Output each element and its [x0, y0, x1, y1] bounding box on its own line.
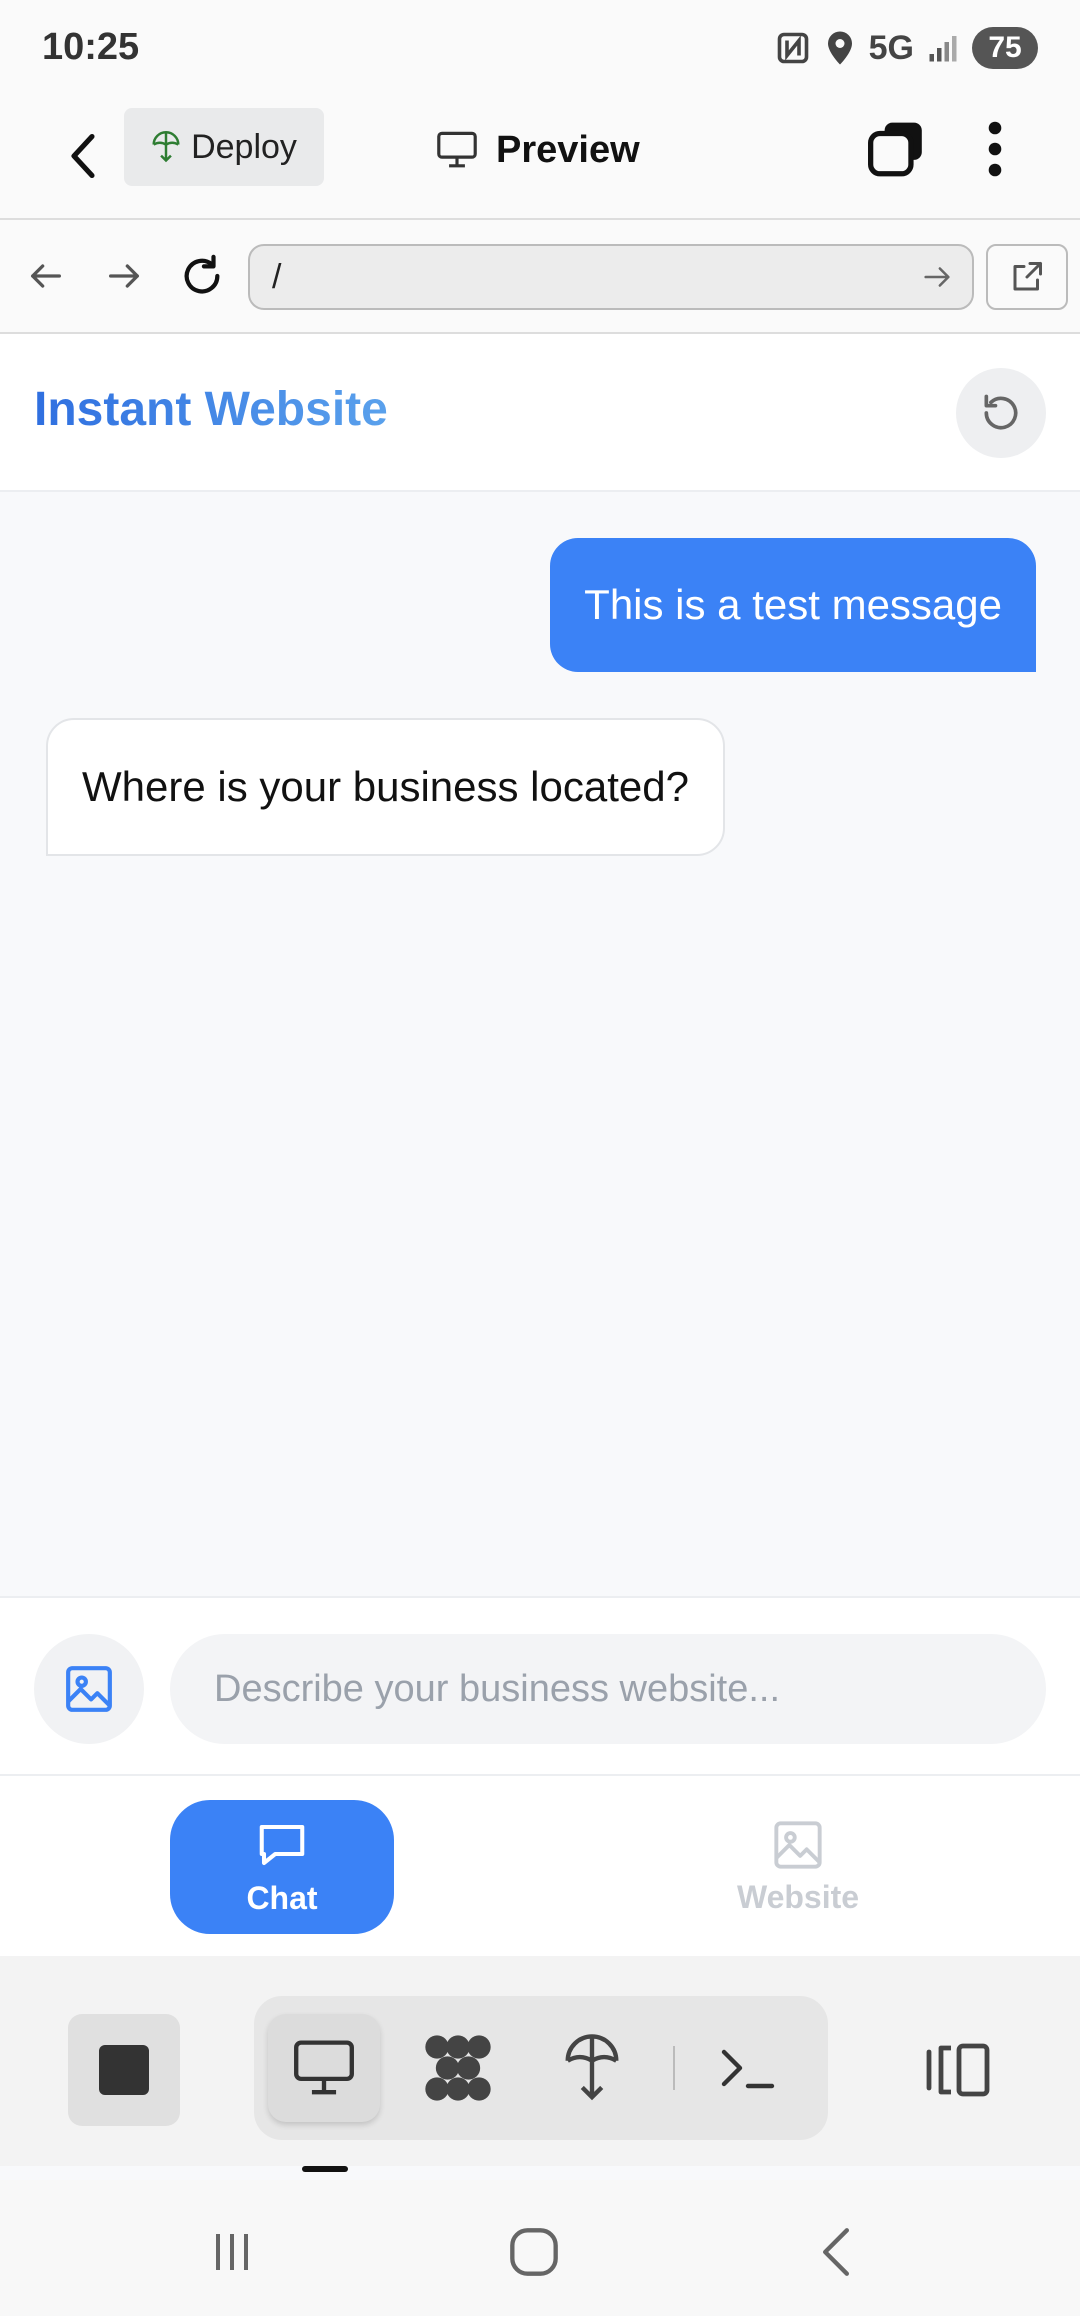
- deploy-icon: [152, 131, 180, 163]
- nav-forward-button[interactable]: [98, 250, 150, 302]
- tab-chat[interactable]: Chat: [170, 1800, 394, 1934]
- open-external-button[interactable]: [986, 244, 1068, 310]
- status-time: 10:25: [42, 26, 140, 68]
- recents-icon: [216, 2234, 248, 2270]
- chat-area: This is a test message Where is your bus…: [0, 492, 1080, 1596]
- message-input[interactable]: [170, 1634, 1046, 1744]
- preview-label: Preview: [496, 128, 640, 171]
- tool-terminal[interactable]: [692, 2014, 804, 2122]
- home-button[interactable]: [494, 2212, 574, 2292]
- terminal-icon: [721, 2049, 775, 2089]
- system-back-button[interactable]: [796, 2212, 876, 2292]
- attach-image-button[interactable]: [34, 1634, 144, 1744]
- reset-icon: [984, 394, 1018, 430]
- location-icon: [827, 31, 852, 65]
- back-icon: [30, 264, 61, 288]
- tabs-icon: [868, 122, 922, 177]
- tool-group: [254, 1996, 828, 2140]
- deploy-button[interactable]: Deploy: [124, 108, 324, 186]
- split-view-button[interactable]: [914, 2030, 1004, 2110]
- home-icon: [510, 2228, 558, 2276]
- stop-button[interactable]: [68, 2014, 180, 2126]
- tool-separator: [673, 2046, 675, 2090]
- app-header: Instant Website: [0, 334, 1080, 492]
- reset-chat-button[interactable]: [956, 368, 1046, 458]
- chat-icon: [259, 1824, 305, 1865]
- more-button[interactable]: [970, 118, 1020, 180]
- deploy-label: Deploy: [191, 127, 297, 166]
- assistant-message: Where is your business located?: [46, 718, 725, 856]
- nav-back-button[interactable]: [20, 250, 72, 302]
- back-arrow-icon: [71, 133, 95, 179]
- status-icons: 5G 75: [775, 26, 1038, 70]
- url-text: /: [272, 257, 282, 296]
- recents-button[interactable]: [192, 2212, 272, 2292]
- back-button[interactable]: [48, 118, 118, 194]
- system-nav-bar: [0, 2180, 1080, 2316]
- image-icon: [66, 1666, 112, 1712]
- tool-deploy[interactable]: [536, 2014, 648, 2122]
- forward-icon: [109, 264, 139, 288]
- external-link-icon: [1013, 262, 1042, 291]
- bottom-toolbar: [0, 1956, 1080, 2166]
- reload-button[interactable]: [176, 250, 228, 302]
- back-icon: [823, 2228, 849, 2276]
- network-type: 5G: [868, 28, 914, 67]
- tab-website[interactable]: Website: [686, 1800, 910, 1934]
- stop-icon: [99, 2045, 149, 2095]
- top-bar: Deploy Preview: [0, 96, 1080, 220]
- monitor-icon: [437, 131, 477, 168]
- reload-icon: [184, 254, 220, 294]
- nfc-icon: [777, 32, 808, 64]
- split-view-icon: [926, 2043, 990, 2097]
- mode-tabs: Chat Website: [0, 1776, 1080, 1956]
- tool-apps[interactable]: [402, 2014, 514, 2122]
- app-title: Instant Website: [34, 383, 388, 436]
- monitor-icon: [294, 2040, 354, 2095]
- status-bar: 10:25 5G 75: [0, 0, 1080, 96]
- more-vertical-icon: [988, 121, 1002, 177]
- composer: [0, 1596, 1080, 1776]
- tabs-button[interactable]: [866, 118, 928, 180]
- signal-icon: [929, 36, 957, 62]
- deploy-icon: [565, 2034, 619, 2101]
- active-tool-indicator: [302, 2166, 348, 2172]
- apps-icon: [425, 2035, 491, 2101]
- battery-indicator: 75: [972, 27, 1038, 69]
- user-message: This is a test message: [550, 538, 1036, 672]
- tool-preview[interactable]: [268, 2014, 380, 2122]
- preview-title: Preview: [436, 122, 640, 178]
- tab-chat-label: Chat: [246, 1879, 318, 1916]
- tab-website-label: Website: [736, 1878, 860, 1915]
- url-bar: /: [0, 220, 1080, 334]
- image-icon: [774, 1820, 822, 1869]
- url-field[interactable]: /: [248, 244, 974, 310]
- go-arrow-icon[interactable]: [920, 260, 954, 294]
